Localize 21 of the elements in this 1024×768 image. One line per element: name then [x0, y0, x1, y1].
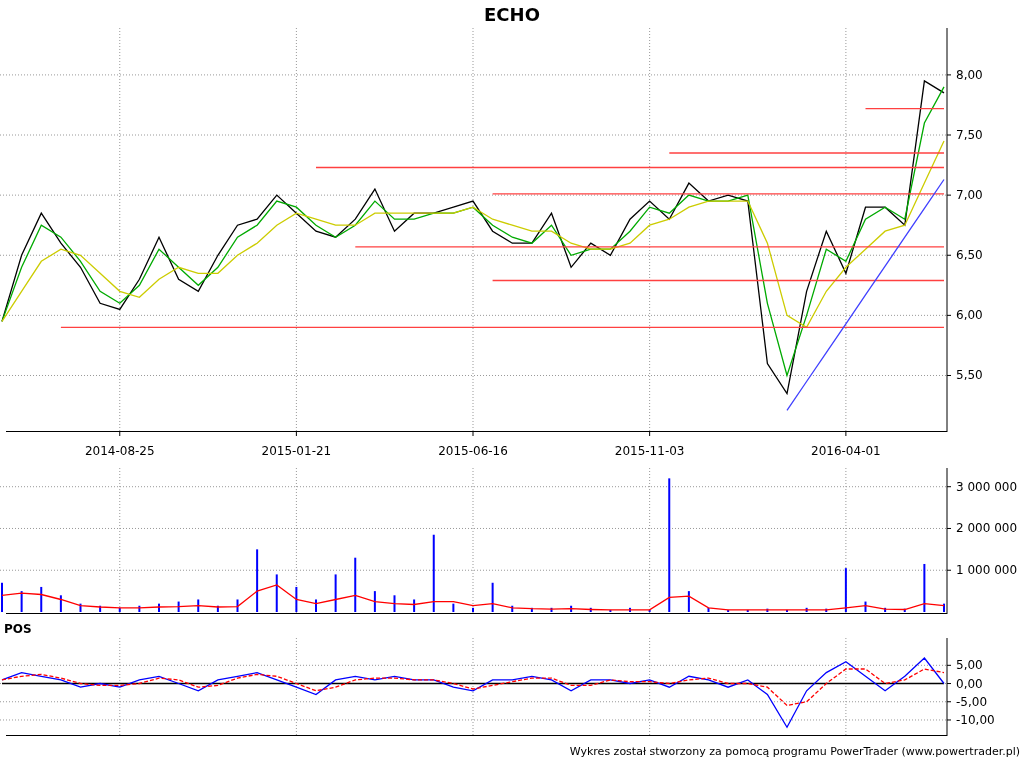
date-label: 2015-11-03	[614, 444, 685, 458]
chart-title: ECHO	[484, 2, 540, 27]
axis-tick-label: 5,00	[956, 658, 983, 673]
axis-tick-label: 1 000 000	[956, 563, 1018, 578]
axis-tick-label: 6,00	[956, 308, 983, 323]
axis-tick-label: -10,00	[956, 712, 995, 727]
axis-tick-label: 3 000 000	[956, 479, 1018, 494]
axis-tick-label: 7,50	[956, 128, 983, 142]
axis-tick-label: 5,50	[956, 368, 983, 383]
axis-tick-label: 7,00	[956, 188, 983, 203]
axis-tick-label: 2 000 000	[956, 521, 1018, 536]
indicator-title: POS	[4, 621, 32, 638]
axis-tick-label: -5,00	[956, 694, 988, 709]
axis-tick-label: 8,00	[956, 67, 983, 82]
date-label: 2016-04-01	[811, 444, 881, 458]
axis-tick-label: 0,00	[956, 676, 983, 691]
footer-credit: Wykres został stworzony za pomocą programu PowerTrader (www.powertrader.pl)	[569, 743, 1020, 760]
date-label: 2014-08-25	[84, 444, 155, 458]
date-label: 2015-06-16	[438, 444, 508, 458]
date-label: 2015-01-21	[261, 444, 332, 458]
axis-tick-label: 6,50	[956, 248, 983, 263]
